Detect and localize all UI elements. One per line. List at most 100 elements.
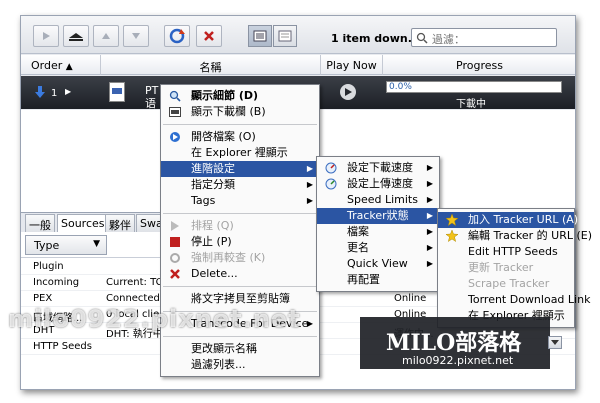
stop-toolbar-button[interactable] <box>63 25 89 47</box>
tab-sources[interactable]: Sources <box>57 214 109 233</box>
tracker-submenu-item-label: Torrent Download Link <box>468 293 591 306</box>
delete-icon <box>169 268 181 280</box>
advanced-submenu-item[interactable]: Tracker狀態 ▶ <box>317 208 439 224</box>
magnifier-icon <box>169 90 181 102</box>
context-menu-item[interactable]: 進階設定 ▶ <box>161 161 319 177</box>
source-status: Online <box>394 293 427 304</box>
context-menu-item-label: 顯示細節 (D) <box>191 89 259 102</box>
advanced-submenu-item[interactable]: 設定上傳速度 ▶ <box>317 176 439 192</box>
tracker-submenu-item[interactable]: 編輯 Tracker 的 URL (E) <box>438 228 592 244</box>
context-menu-item-label: Transcode For Device <box>191 317 309 330</box>
submenu-arrow-icon: ▶ <box>426 179 433 188</box>
file-icon <box>109 82 125 102</box>
progress-value: 0.0% <box>389 82 412 92</box>
advanced-submenu-item[interactable]: 再配置 <box>317 272 439 288</box>
source-info: DHT: 執行中 <box>106 329 163 340</box>
context-menu-item[interactable]: 排程 (Q) <box>161 218 319 234</box>
column-play-now[interactable]: Play Now <box>321 55 383 75</box>
advanced-submenu-item[interactable]: 設定下載速度 ▶ <box>317 160 439 176</box>
filter-input[interactable]: 過濾： <box>411 28 557 47</box>
context-menu-item[interactable]: Tags ▶ <box>161 193 319 209</box>
queue-icon <box>169 220 181 232</box>
context-menu-item[interactable]: 開啓檔案 (O) <box>161 129 319 145</box>
context-menu-item-label: 進階設定 <box>191 162 235 175</box>
tracker-submenu-item[interactable]: Scrape Tracker <box>438 276 574 292</box>
advanced-submenu-item[interactable]: 檔案 ▶ <box>317 224 439 240</box>
context-menu-item-label: 更改顯示名稱 <box>191 342 257 355</box>
submenu-arrow-icon: ▶ <box>306 319 313 328</box>
context-menu-item[interactable]: 指定分類 ▶ <box>161 177 319 193</box>
column-order-label: Order <box>31 59 63 72</box>
type-column-header[interactable]: Type ▼ <box>25 235 107 255</box>
remove-button[interactable] <box>196 25 222 47</box>
advanced-submenu-item-label: Quick View <box>347 257 408 270</box>
context-menu-item-label: Delete... <box>191 267 238 280</box>
open-file-icon <box>169 131 181 143</box>
tracker-submenu-item[interactable]: Edit HTTP Seeds <box>438 244 574 260</box>
source-type: PEX <box>33 293 53 304</box>
advanced-submenu-item-label: 再配置 <box>347 273 380 286</box>
context-menu-item[interactable]: 顯示細節 (D) <box>161 88 319 104</box>
advanced-submenu: 設定下載速度 ▶ 設定上傳速度 ▶ Speed Limits ▶ Tracker狀態 ▶ 檔案 ▶… <box>316 156 440 292</box>
fb-icon <box>169 106 181 118</box>
tracker-submenu-item[interactable]: 在 Explorer 裡顯示 <box>438 308 574 324</box>
context-menu-item[interactable]: 停止 (P) <box>161 234 319 250</box>
advanced-submenu-item[interactable]: Speed Limits ▶ <box>317 192 439 208</box>
context-menu-item[interactable]: 將文字拷貝至剪貼簿 <box>161 291 319 307</box>
chevron-down-icon <box>551 340 559 345</box>
submenu-arrow-icon: ▶ <box>306 164 313 173</box>
source-type: Incoming <box>33 277 80 288</box>
tracker-submenu-item[interactable]: Torrent Download Link <box>438 292 590 308</box>
detailed-view-button[interactable] <box>248 25 272 47</box>
submenu-arrow-icon: ▶ <box>426 259 433 268</box>
start-button[interactable] <box>33 25 59 47</box>
menu-separator <box>163 213 317 214</box>
submenu-arrow-icon: ▶ <box>426 227 433 236</box>
advanced-submenu-item-label: Speed Limits <box>347 193 418 206</box>
advanced-submenu-item-label: 檔案 <box>347 225 369 238</box>
context-menu-item-label: 在 Explorer 裡顯示 <box>191 146 288 159</box>
advanced-submenu-item-label: 設定下載速度 <box>347 161 413 174</box>
tab-general[interactable]: 一般 <box>25 214 55 232</box>
column-name[interactable]: 名稱 <box>101 55 321 75</box>
scroll-down-button[interactable] <box>548 336 562 349</box>
close-icon <box>204 31 214 41</box>
tab-peers[interactable]: 夥伴 <box>105 214 135 232</box>
expand-arrow-icon[interactable]: ▶ <box>65 87 71 96</box>
play-icon <box>345 88 352 96</box>
context-menu-item-label: 開啓檔案 (O) <box>191 130 256 143</box>
advanced-submenu-item[interactable]: 更名 ▶ <box>317 240 439 256</box>
context-menu-item[interactable]: 在 Explorer 裡顯示 <box>161 145 319 161</box>
move-down-button[interactable] <box>123 25 149 47</box>
menu-separator <box>163 336 317 337</box>
column-progress[interactable]: Progress <box>383 55 575 75</box>
context-menu: 顯示細節 (D) 顯示下載欄 (B) 開啓檔案 (O) 在 Explorer 裡顯示進… <box>160 84 320 377</box>
simple-view-button[interactable] <box>273 25 297 47</box>
context-menu-item[interactable]: 過濾列表... <box>161 357 319 373</box>
progress-bar: 0.0% <box>386 81 562 93</box>
advanced-submenu-item[interactable]: Quick View ▶ <box>317 256 439 272</box>
context-menu-item[interactable]: 顯示下載欄 (B) <box>161 104 319 120</box>
refresh-button[interactable] <box>164 25 190 47</box>
column-order[interactable]: Order ▲ <box>21 55 101 75</box>
context-menu-item-label: 指定分類 <box>191 178 235 191</box>
play-now-button[interactable] <box>340 84 356 100</box>
context-menu-item[interactable]: Delete... <box>161 266 319 282</box>
tracker-submenu-item-label: Edit HTTP Seeds <box>468 245 558 258</box>
tracker-submenu-item[interactable]: 加入 Tracker URL (A) <box>438 212 578 228</box>
download-status: 1 item down... <box>331 32 421 45</box>
tracker-submenu-item[interactable]: 更新 Tracker <box>438 260 574 276</box>
move-up-button[interactable] <box>93 25 119 47</box>
arrow-up-icon <box>102 33 110 39</box>
list-view-icon <box>253 30 267 42</box>
source-type: DHT <box>33 325 55 336</box>
advanced-submenu-item-label: Tracker狀態 <box>347 209 409 222</box>
torrent-index: 1 <box>51 88 58 99</box>
arrow-down-icon <box>132 33 140 39</box>
context-menu-item[interactable]: Transcode For Device ▶ <box>161 316 319 332</box>
context-menu-item-label: 將文字拷貝至剪貼簿 <box>191 292 290 305</box>
context-menu-item[interactable]: 更改顯示名稱 <box>161 341 319 357</box>
grid-view-icon <box>278 30 292 42</box>
star-icon <box>445 229 459 243</box>
context-menu-item[interactable]: 強制再較查 (K) <box>161 250 319 266</box>
